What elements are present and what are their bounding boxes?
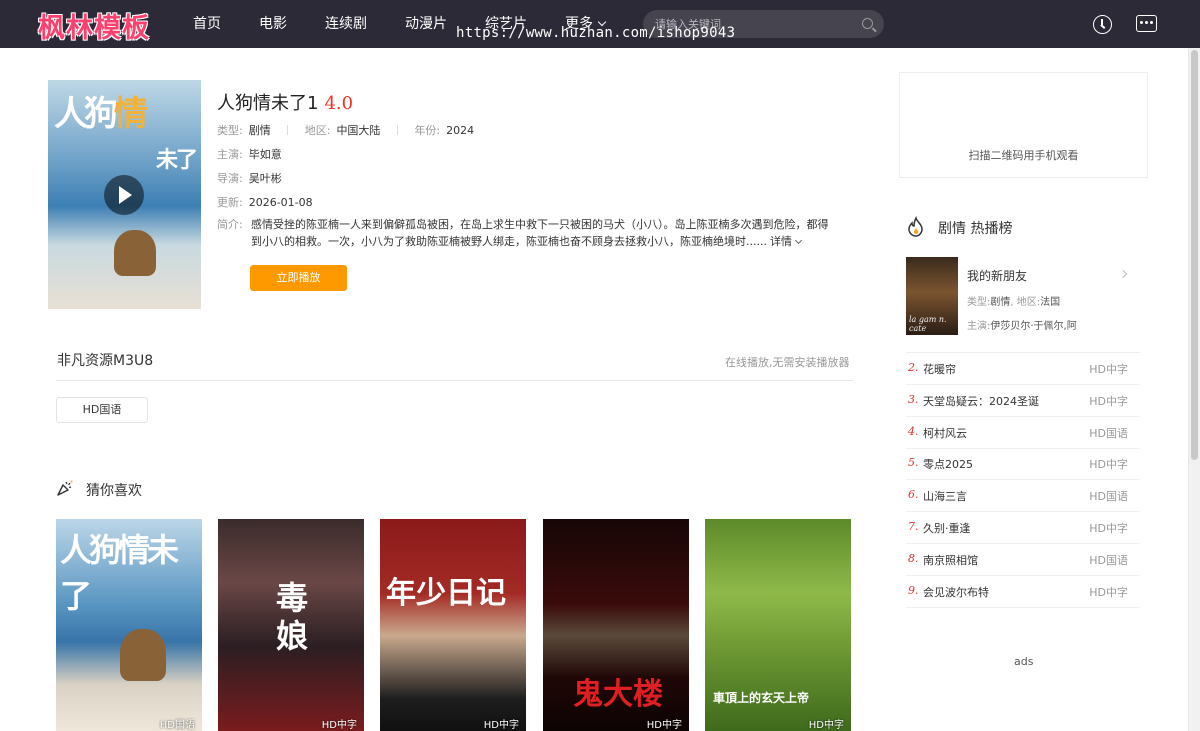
hot-top-item[interactable]: la gam n. cate 我的新朋友 类型:剧情, 地区:法国 主演:伊莎贝… — [906, 257, 1140, 339]
hot-top-meta: 类型:剧情, 地区:法国 — [967, 297, 1061, 308]
card-badge: HD中字 — [321, 720, 357, 731]
poster-text: 人狗情 — [54, 94, 148, 134]
rank-row[interactable]: 5. 零点2025 HD中字 — [906, 448, 1140, 480]
nav-movie[interactable]: 电影 — [259, 0, 287, 48]
movie-meta-row: 类型: 剧情 地区: 中国大陆 年份: 2024 — [217, 124, 475, 137]
rank-row[interactable]: 9. 会见波尔布特 HD中字 — [906, 576, 1140, 608]
movie-title: 人狗情未了1 4.0 — [217, 93, 354, 114]
chevron-down-icon — [794, 236, 803, 245]
guess-card[interactable]: 毒娘 HD中字 — [218, 519, 364, 731]
hot-list-title: 剧情 热播榜 — [938, 221, 1013, 237]
rank-row[interactable]: 8. 南京照相馆 HD国语 — [906, 544, 1140, 576]
page-scrollbar[interactable] — [1188, 48, 1200, 731]
nav-series[interactable]: 连续剧 — [325, 0, 367, 48]
poster-dog-shape — [114, 230, 156, 276]
history-icon[interactable] — [1093, 15, 1112, 34]
source-title: 非凡资源M3U8 — [57, 353, 154, 369]
episode-button[interactable]: HD国语 — [56, 397, 148, 423]
chevron-right-icon — [1118, 269, 1128, 279]
divider — [56, 380, 853, 381]
message-dot — [1150, 21, 1153, 24]
card-badge: HD国语 — [159, 720, 195, 731]
card-poster-text: 年少日记 — [386, 576, 506, 611]
movie-director[interactable]: 吴叶彬 — [249, 172, 282, 185]
card-poster-text: 鬼大楼 — [573, 677, 663, 712]
rank-row[interactable]: 7. 久别·重逢 HD中字 — [906, 512, 1140, 544]
movie-updated-row: 更新: 2026-01-08 — [217, 196, 313, 209]
movie-poster[interactable]: 人狗情 未了 — [48, 80, 201, 309]
card-badge: HD中字 — [646, 720, 682, 731]
guess-icon — [57, 480, 73, 496]
movie-updated: 2026-01-08 — [248, 196, 313, 209]
card-dog-shape — [120, 629, 166, 681]
play-icon[interactable] — [104, 175, 144, 215]
movie-region[interactable]: 中国大陆 — [336, 124, 380, 137]
movie-director-row: 导演: 吴叶彬 — [217, 172, 282, 185]
source-note: 在线播放,无需安装播放器 — [725, 356, 850, 369]
movie-year[interactable]: 2024 — [446, 124, 474, 137]
card-poster-text: 人狗情未了 — [60, 531, 179, 615]
qr-code-box: 扫描二维码用手机观看 — [899, 72, 1148, 178]
guess-card[interactable]: 車頂上的玄天上帝 HD中字 — [705, 519, 851, 731]
rank-row[interactable]: 4. 柯村风云 HD国语 — [906, 417, 1140, 449]
ads-placeholder: ads — [1014, 655, 1034, 668]
movie-actors-row: 主演: 毕如意 — [217, 148, 282, 161]
rank-row[interactable]: 6. 山海三言 HD国语 — [906, 480, 1140, 512]
guess-title: 猜你喜欢 — [86, 483, 142, 499]
movie-type[interactable]: 剧情 — [249, 124, 271, 137]
guess-card[interactable]: 年少日记 HD中字 — [380, 519, 526, 731]
site-logo[interactable]: 枫林模板 — [38, 6, 150, 45]
top-header: 枫林模板 首页 电影 连续剧 动漫片 综艺片 更多 https://www.hu… — [0, 0, 1200, 48]
search-icon[interactable] — [862, 18, 873, 29]
movie-actors[interactable]: 毕如意 — [249, 148, 282, 161]
watermark-text: https://www.huzhan.com/ishop9043 — [456, 25, 736, 41]
message-dot — [1145, 21, 1148, 24]
card-badge: HD中字 — [483, 720, 519, 731]
card-poster-text: 毒娘 — [276, 579, 309, 655]
poster-subtext: 未了 — [156, 147, 198, 173]
message-dot — [1140, 21, 1143, 24]
rank-row[interactable]: 3. 天堂岛疑云：2024圣诞 HD中字 — [906, 385, 1140, 417]
message-icon[interactable] — [1136, 15, 1157, 32]
qr-text: 扫描二维码用手机观看 — [968, 149, 1079, 162]
card-poster-text: 車頂上的玄天上帝 — [713, 691, 810, 705]
scrollbar-thumb[interactable] — [1191, 50, 1198, 460]
fire-icon — [908, 216, 923, 237]
intro-detail-link[interactable]: 详情 — [770, 235, 803, 248]
hot-top-thumb[interactable]: la gam n. cate — [906, 257, 958, 335]
movie-intro: 简介: 感情受挫的陈亚楠一人来到偏僻孤岛被困，在岛上求生中救下一只被困的马犬（小… — [217, 218, 829, 248]
nav-anime[interactable]: 动漫片 — [405, 0, 447, 48]
hot-top-name[interactable]: 我的新朋友 — [967, 267, 1027, 284]
nav-home[interactable]: 首页 — [193, 0, 221, 48]
card-badge: HD中字 — [808, 720, 844, 731]
guess-card[interactable]: 人狗情未了 HD国语 — [56, 519, 202, 731]
movie-score: 4.0 — [324, 93, 354, 114]
guess-card[interactable]: 鬼大楼 HD中字 — [543, 519, 689, 731]
play-now-button[interactable]: 立即播放 — [250, 265, 347, 291]
rank-row[interactable]: 2. 花暖帘 HD中字 — [906, 353, 1140, 385]
hot-top-actors: 主演:伊莎贝尔·于佩尔,阿 — [967, 321, 1077, 332]
